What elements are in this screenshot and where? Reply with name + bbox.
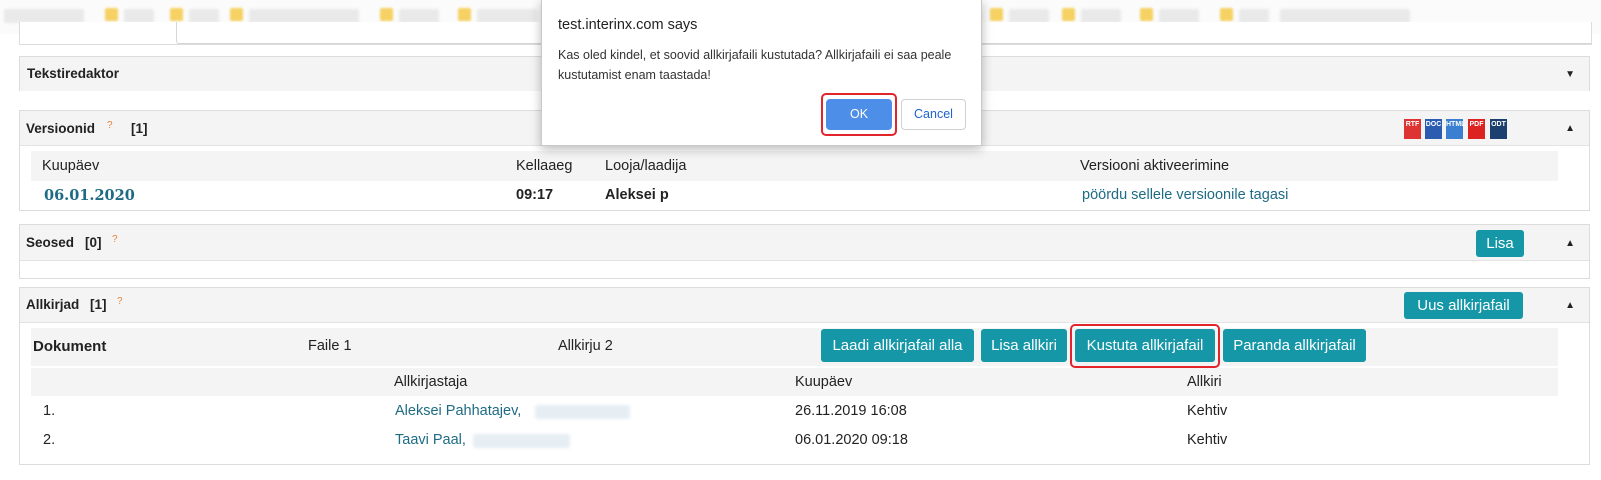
bookmark-item[interactable]	[1159, 9, 1199, 23]
text-editor-title: Tekstiredaktor	[27, 66, 120, 81]
column-header-signer: Allkirjastaja	[394, 374, 468, 390]
signer-link[interactable]: Aleksei Pahhatajev,	[395, 403, 521, 419]
signature-date: 06.01.2020 09:18	[795, 432, 908, 448]
bookmark-item[interactable]	[189, 9, 219, 23]
bookmark-item[interactable]	[399, 9, 439, 23]
column-header-activation: Versiooni aktiveerimine	[1080, 158, 1230, 174]
doc-export-icon[interactable]: DOC	[1425, 119, 1442, 139]
help-icon[interactable]: ?	[107, 120, 113, 131]
repair-signature-file-button[interactable]: Paranda allkirjafail	[1223, 329, 1366, 362]
relations-panel: Seosed [0] ? Lisa ▲	[19, 224, 1590, 279]
row-index: 2.	[43, 432, 56, 448]
signature-status: Kehtiv	[1187, 432, 1228, 448]
column-header-author: Looja/laadija	[605, 158, 687, 174]
row-index: 1.	[43, 403, 56, 419]
relations-title: Seosed	[26, 235, 75, 250]
signature-date: 26.11.2019 16:08	[795, 403, 907, 419]
signatures-count: [1]	[90, 297, 107, 312]
version-author: Aleksei p	[605, 187, 669, 203]
bookmark-item[interactable]	[124, 9, 154, 23]
dialog-message: Kas oled kindel, et soovid allkirjafaili…	[558, 48, 952, 82]
version-time: 09:17	[516, 187, 554, 203]
new-signature-file-button[interactable]: Uus allkirjafail	[1404, 292, 1523, 319]
folder-icon	[1220, 8, 1233, 21]
help-icon[interactable]: ?	[117, 296, 123, 307]
version-date-link[interactable]: 06.01.2020	[44, 187, 135, 204]
folder-icon	[380, 8, 393, 21]
rtf-export-icon[interactable]: RTF	[1404, 119, 1421, 139]
add-signature-button[interactable]: Lisa allkiri	[981, 329, 1067, 362]
folder-icon	[1062, 8, 1075, 21]
collapse-arrow-icon[interactable]: ▲	[1565, 300, 1575, 311]
folder-icon	[990, 8, 1003, 21]
folder-icon	[105, 8, 118, 21]
confirm-dialog: test.interinx.com says Kas oled kindel, …	[541, 0, 982, 146]
expand-arrow-icon[interactable]: ▼	[1565, 69, 1575, 80]
signatures-panel: Allkirjad [1] ? Uus allkirjafail ▲ Dokum…	[19, 287, 1590, 465]
signatures-header: Allkirjad [1] ? Uus allkirjafail ▲	[20, 288, 1589, 323]
highlight-box	[1070, 324, 1220, 368]
bookmark-item[interactable]	[477, 9, 537, 23]
folder-icon	[458, 8, 471, 21]
versions-count: [1]	[131, 121, 148, 136]
column-header-time: Kellaaeg	[516, 158, 573, 174]
bookmark-item[interactable]	[249, 9, 359, 23]
signature-status: Kehtiv	[1187, 403, 1228, 419]
column-header-date: Kuupäev	[42, 158, 100, 174]
signatures-title: Allkirjad	[26, 297, 80, 312]
cancel-button[interactable]: Cancel	[901, 99, 966, 130]
bookmark-item[interactable]	[1239, 9, 1269, 23]
dialog-title: test.interinx.com says	[558, 17, 698, 33]
versions-table-header	[31, 151, 1558, 181]
folder-icon	[1140, 8, 1153, 21]
html-export-icon[interactable]: HTML	[1446, 119, 1465, 139]
ok-button[interactable]: OK	[826, 99, 892, 130]
folder-icon	[170, 8, 183, 21]
redacted-id	[473, 434, 570, 448]
pdf-export-icon[interactable]: PDF	[1468, 119, 1485, 139]
odt-export-icon[interactable]: ODT	[1490, 119, 1507, 139]
redacted-id	[535, 405, 630, 419]
download-signature-file-button[interactable]: Laadi allkirjafail alla	[821, 329, 974, 362]
column-header-date: Kuupäev	[795, 374, 853, 390]
collapse-arrow-icon[interactable]: ▲	[1565, 238, 1575, 249]
document-label: Dokument	[33, 338, 107, 355]
relations-count: [0]	[85, 235, 102, 250]
bookmark-item[interactable]	[1009, 9, 1049, 23]
relations-header: Seosed [0] ? Lisa ▲	[20, 225, 1589, 261]
add-relation-button[interactable]: Lisa	[1476, 230, 1524, 257]
column-header-signature: Allkiri	[1187, 374, 1222, 390]
signer-link[interactable]: Taavi Paal,	[395, 432, 466, 448]
collapse-arrow-icon[interactable]: ▲	[1565, 123, 1575, 134]
help-icon[interactable]: ?	[112, 234, 118, 245]
bookmark-item[interactable]	[1081, 9, 1121, 23]
bookmark-item[interactable]	[1280, 9, 1410, 23]
versions-title: Versioonid	[26, 121, 96, 136]
folder-icon	[230, 8, 243, 21]
files-count: Faile 1	[308, 338, 352, 354]
bookmark-item[interactable]	[4, 9, 84, 23]
signatures-total: Allkirju 2	[558, 338, 613, 354]
revert-version-link[interactable]: pöördu sellele versioonile tagasi	[1082, 187, 1288, 203]
